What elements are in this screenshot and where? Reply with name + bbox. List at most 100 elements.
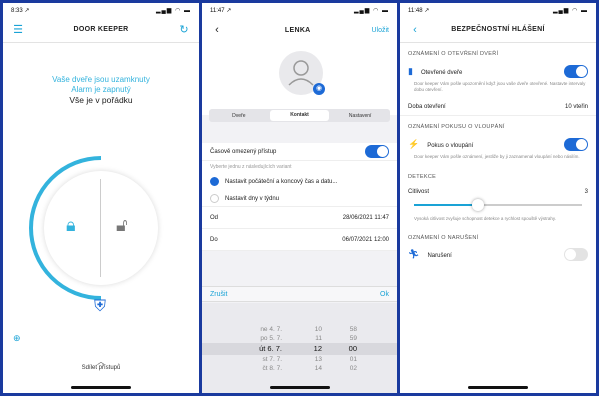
date-time-picker[interactable]: ne 4. 7. 10 58 po 5. 7. 11 59 út 6. 7. 1… [202, 303, 397, 393]
from-value: 28/06/2021 11:47 [342, 214, 389, 221]
all-ok-text: Vše je v pořádku [69, 95, 133, 105]
home-indicator [269, 386, 330, 389]
picker-day: st 7. 7. [262, 356, 282, 363]
status-time: 11:47 ↗ [210, 7, 232, 14]
status-icons: ▂▄▆ ◠ ▬ [353, 7, 389, 14]
tab-contact[interactable]: Kontakt [269, 110, 330, 121]
lock-icon[interactable]: 🔒︎ [66, 215, 76, 236]
segmented-tabs: Dveře Kontakt Nastavení [209, 109, 390, 122]
sensitivity-note: Vysoká citlivost zvyšuje schopnost detek… [414, 215, 557, 221]
home-indicator [71, 386, 131, 389]
picker-day: po 5. 7. [260, 335, 282, 342]
home-indicator [468, 386, 528, 389]
section-detection: DETEKCE [408, 173, 437, 180]
section-intrusion: OZNÁMENÍ O NARUŠENÍ [408, 235, 479, 241]
globe-icon[interactable]: ⊕ [13, 333, 21, 344]
dial-divider [100, 179, 101, 277]
picker-hour: 12 [313, 344, 322, 353]
home-screen: 8:33 ↗ ▂▄▆ ◠ ▬ ☰ DOOR KEEPER ↻ Vaše dveř… [3, 3, 199, 393]
picker-row[interactable]: st 7. 7. 13 01 [202, 355, 397, 364]
chevron-up-icon: ︿ [97, 357, 105, 366]
from-row[interactable]: Od 28/06/2021 11:47 [202, 207, 397, 229]
picker-row-selected[interactable]: út 6. 7. 12 00 [202, 343, 397, 355]
door-open-toggle[interactable] [564, 64, 588, 78]
security-screen: 11:48 ↗ ▂▄▆ ◠ ▬ ‹ BEZPEČNOSTNÍ HLÁŠENÍ O… [400, 3, 596, 393]
sensitivity-slider[interactable] [414, 198, 582, 211]
share-access-label: Sdílet přístupů [81, 365, 121, 371]
from-label: Od [210, 214, 219, 221]
user-name-title: LENKA [284, 26, 311, 34]
door-open-note: Door keeper Vám pošle upozornění když js… [414, 81, 586, 92]
option-date-range[interactable]: Nastavit počáteční a koncový čas a datu.… [202, 173, 397, 190]
app-title: DOOR KEEPER [73, 26, 129, 33]
screen-title: BEZPEČNOSTNÍ HLÁŠENÍ [451, 26, 545, 33]
intrusion-row: 🏃︎ Narušení [400, 245, 596, 263]
camera-badge-icon[interactable]: ◉ [313, 83, 325, 95]
to-row[interactable]: Do 06/07/2021 12:00 [202, 229, 397, 251]
picker-cancel-button[interactable]: Zrušit [210, 291, 228, 298]
lock-control[interactable]: 🔒︎ 🔓︎ [26, 153, 176, 303]
picker-hour: 14 [314, 365, 322, 372]
time-limited-toggle[interactable] [365, 145, 389, 158]
section-break-in: OZNÁMENÍ POKUSU O VLOUPÁNÍ [408, 124, 505, 130]
picker-day: ne 4. 7. [260, 326, 282, 333]
picker-minute: 00 [348, 344, 357, 353]
open-duration-row[interactable]: Doba otevření 10 vteřin [400, 98, 596, 116]
back-icon[interactable]: ‹ [210, 24, 224, 36]
slider-fill [414, 203, 478, 206]
running-person-icon: 🏃︎ [408, 248, 420, 259]
refresh-icon[interactable]: ↻ [177, 23, 191, 36]
status-bar: 11:48 ↗ ▂▄▆ ◠ ▬ [400, 3, 596, 17]
intrusion-toggle[interactable] [564, 247, 588, 261]
menu-icon[interactable]: ☰ [11, 23, 25, 36]
option-weekdays-label: Nastavit dny v týdnu [225, 195, 280, 202]
picker-hour: 13 [314, 356, 322, 363]
picker-minute: 01 [349, 356, 357, 363]
break-in-icon: ⚡ [408, 138, 420, 149]
status-time: 11:48 ↗ [408, 7, 430, 14]
status-time: 8:33 ↗ [11, 7, 30, 14]
status-message: Vaše dveře jsou uzamknuty Alarm je zapnu… [3, 75, 199, 105]
radio-selected-icon[interactable] [210, 177, 219, 186]
picker-row[interactable]: po 5. 7. 11 59 [202, 334, 397, 343]
access-card: Časově omezený přístup Vyberte jednu z n… [202, 143, 397, 251]
nav-bar: ‹ LENKA Uložit [202, 17, 397, 43]
option-weekdays[interactable]: Nastavit dny v týdnu [202, 190, 397, 207]
status-bar: 11:47 ↗ ▂▄▆ ◠ ▬ [202, 3, 397, 17]
picker-row[interactable]: čt 8. 7. 14 02 [202, 364, 397, 373]
nav-bar: ‹ BEZPEČNOSTNÍ HLÁŠENÍ [400, 17, 596, 43]
sensitivity-row: Citlivost 3 [400, 184, 596, 200]
tab-settings[interactable]: Nastavení [330, 113, 390, 119]
share-access-button[interactable]: ︿ Sdílet přístupů [3, 357, 199, 372]
break-in-label: Pokus o vloupání [427, 142, 474, 149]
back-icon[interactable]: ‹ [408, 24, 422, 36]
open-duration-label: Doba otevření [408, 103, 446, 110]
open-duration-value: 10 vteřin [564, 103, 588, 110]
slider-thumb[interactable] [471, 198, 484, 211]
time-limited-row: Časově omezený přístup [202, 143, 397, 161]
picker-row[interactable]: ne 4. 7. 10 58 [202, 325, 397, 334]
time-limited-label: Časově omezený přístup [210, 148, 277, 155]
doors-locked-text: Vaše dveře jsou uzamknuty [52, 75, 150, 84]
picker-minute: 59 [349, 335, 357, 342]
unlock-icon[interactable]: 🔓︎ [116, 215, 128, 236]
picker-hour: 11 [315, 335, 322, 342]
radio-empty-icon[interactable] [210, 193, 219, 203]
break-in-toggle[interactable] [564, 137, 588, 151]
shield-icon[interactable]: ⛨ [91, 298, 109, 316]
picker-day: út 6. 7. [259, 344, 282, 353]
save-button[interactable]: Uložit [371, 27, 389, 34]
status-icons: ▂▄▆ ◠ ▬ [155, 7, 191, 14]
to-value: 06/07/2021 12:00 [342, 236, 389, 243]
door-icon: ▮ [408, 65, 413, 76]
lock-dial[interactable]: 🔒︎ 🔓︎ [44, 171, 158, 285]
tab-doors[interactable]: Dveře [209, 113, 269, 119]
break-in-note: Door keeper Vám pošle oznámení, jestliže… [414, 154, 580, 159]
picker-ok-button[interactable]: Ok [380, 291, 389, 298]
status-icons: ▂▄▆ ◠ ▬ [552, 7, 588, 14]
picker-minute: 58 [349, 326, 357, 333]
options-hint: Vyberte jednu z následujících variant [210, 164, 292, 170]
picker-day: čt 8. 7. [262, 365, 282, 372]
to-label: Do [210, 236, 218, 243]
picker-toolbar: Zrušit Ok [202, 286, 397, 302]
